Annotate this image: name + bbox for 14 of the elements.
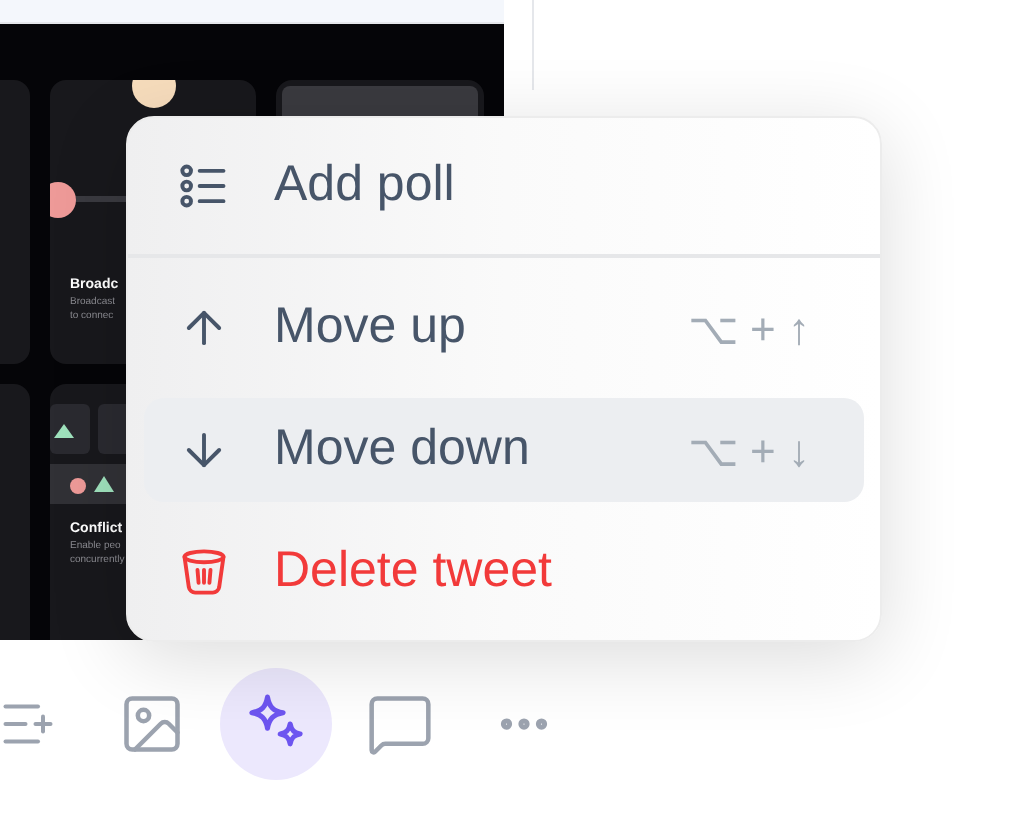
menu-item[interactable]: Move up ⌥ + ↑ [144,276,864,380]
shortcut-hint: ⌥ + ↓ [687,423,810,479]
menu-item-label: Move up [274,296,466,359]
image-icon[interactable] [118,690,186,758]
trash-icon [178,546,230,598]
menu-item-label: Move down [274,418,530,481]
menu-item-label: Delete tweet [274,540,552,603]
shortcut-hint: ⌥ + ↑ [687,301,810,357]
list-icon [178,160,230,212]
comment-icon[interactable] [366,690,434,758]
menu-item[interactable]: Delete tweet [144,520,864,624]
menu-item[interactable]: Add poll [144,134,864,238]
menu-item[interactable]: Move down ⌥ + ↓ [144,398,864,502]
menu-item-label: Add poll [274,154,455,217]
